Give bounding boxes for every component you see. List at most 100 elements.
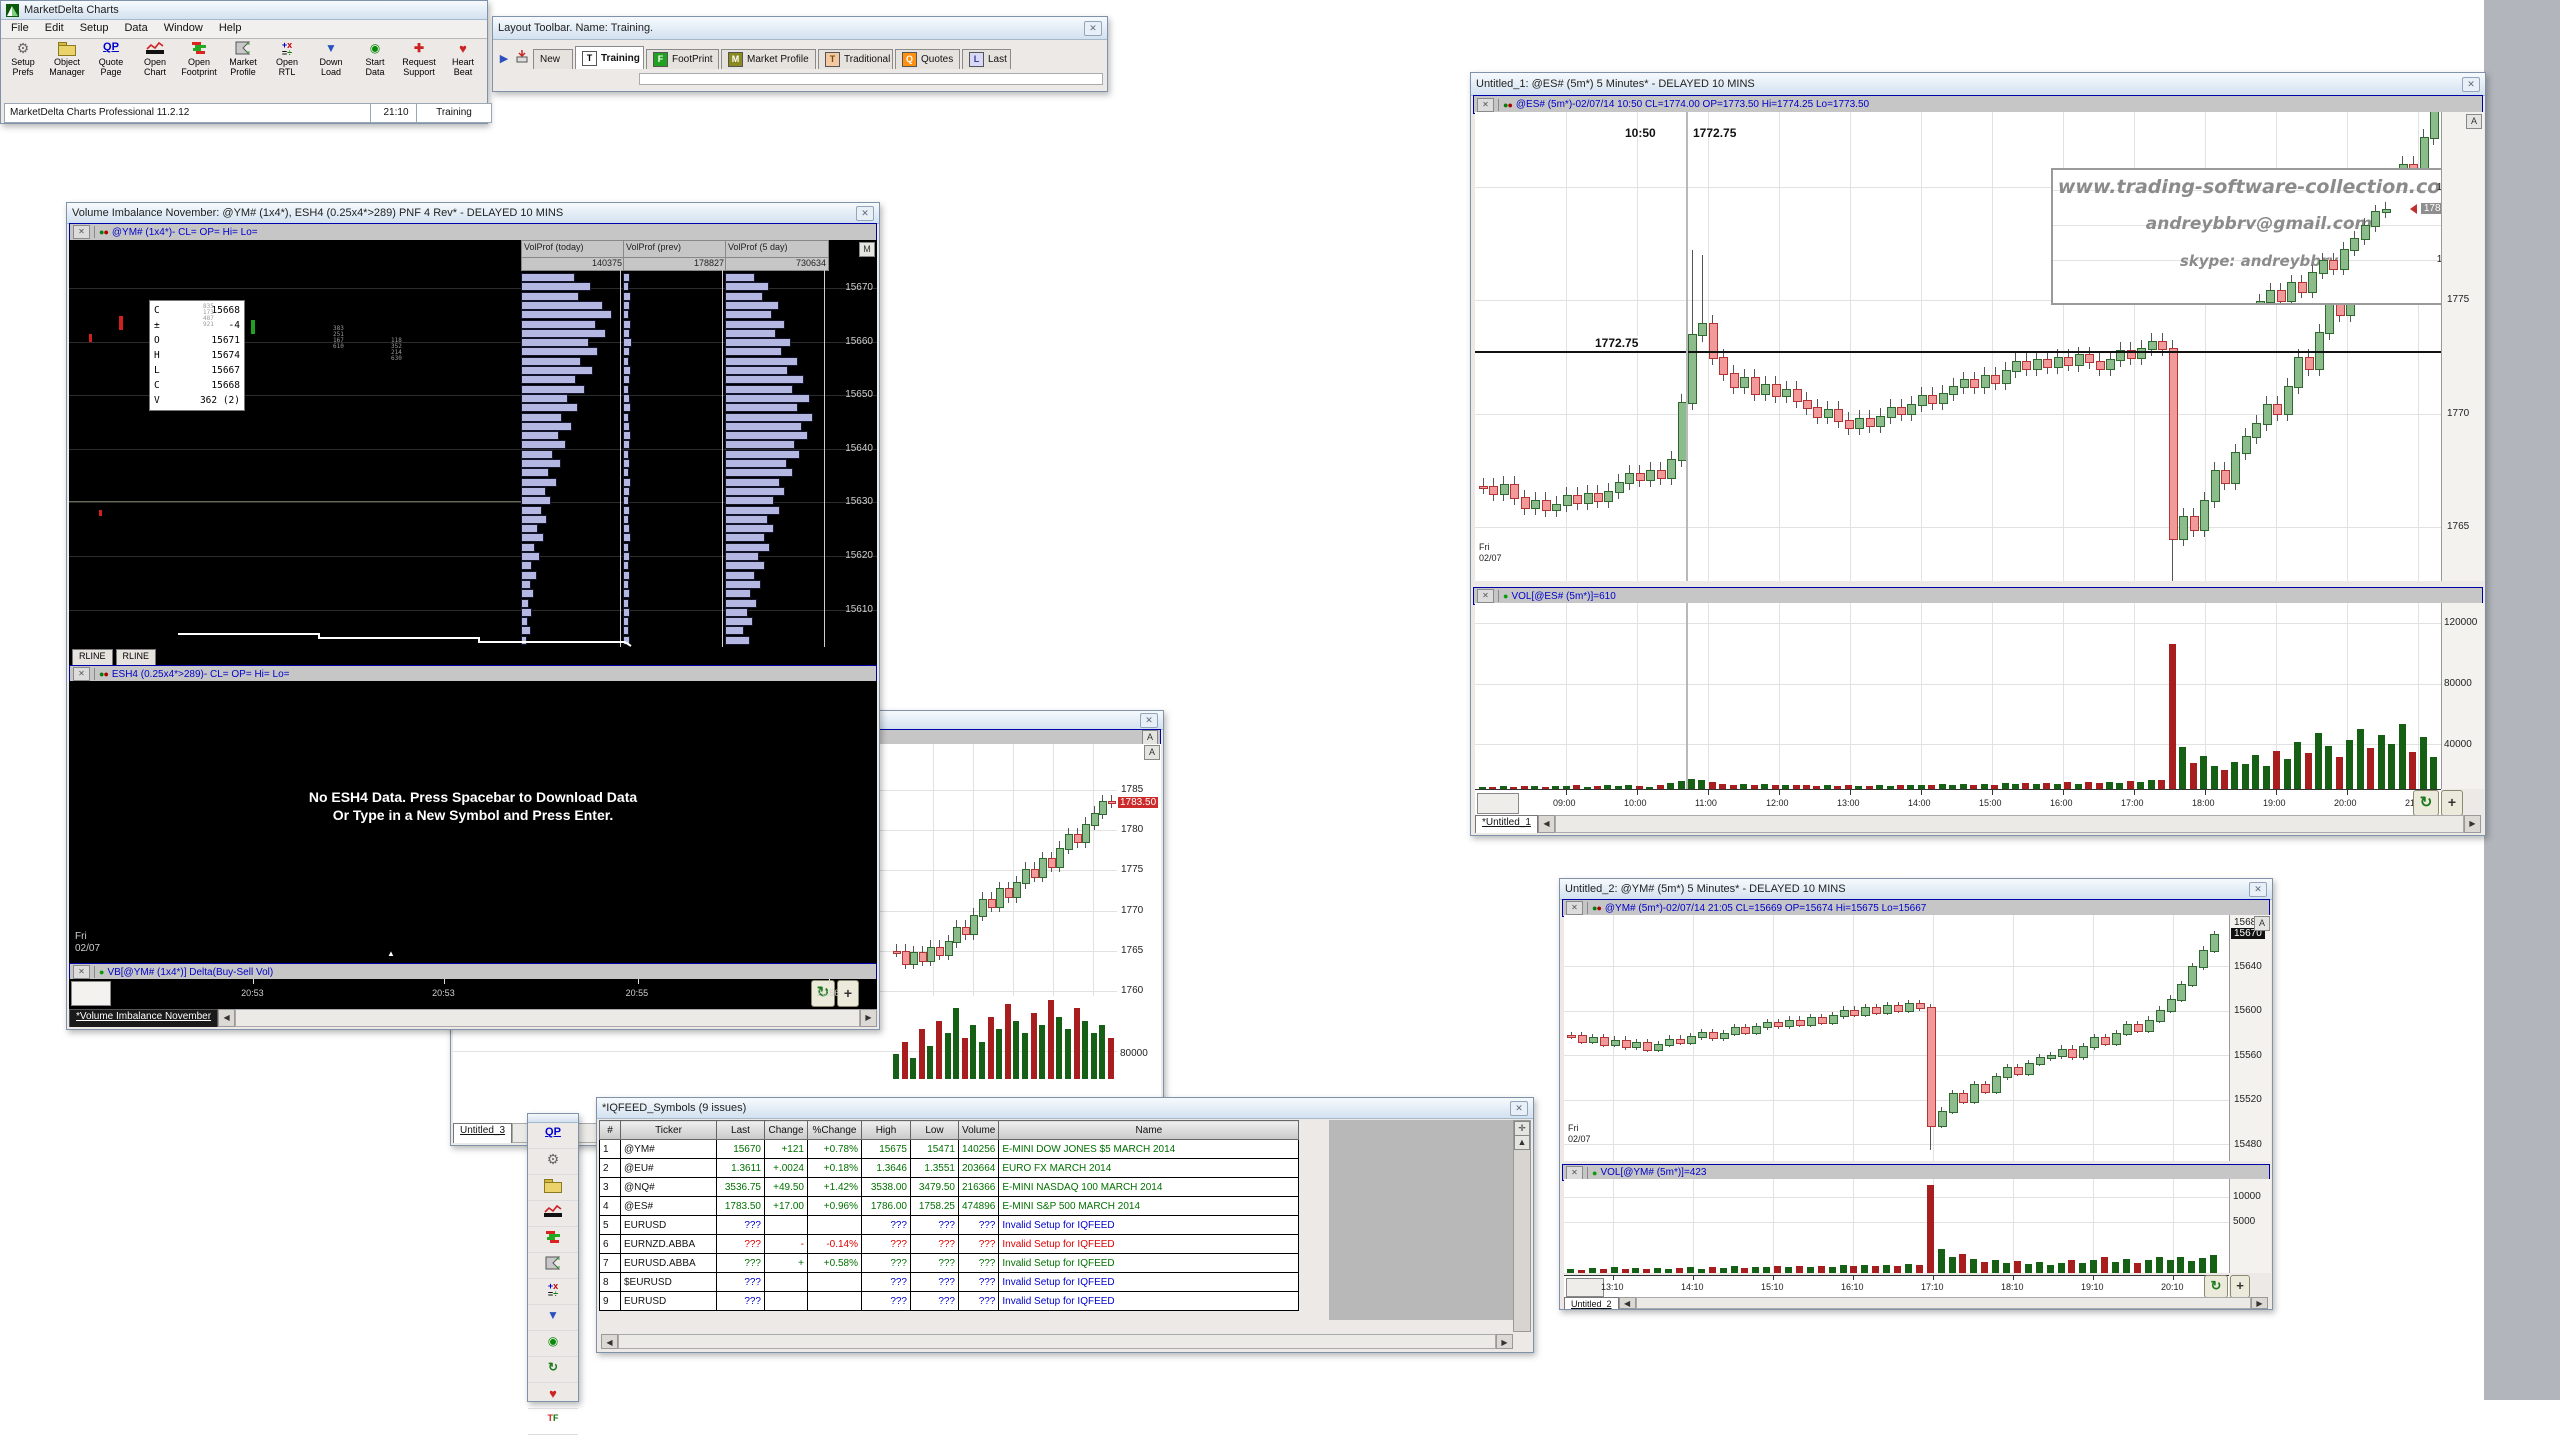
column-header-ticker[interactable]: Ticker bbox=[621, 1121, 717, 1140]
layout-tab-market-profile[interactable]: MMarket Profile bbox=[721, 49, 816, 69]
refresh-button[interactable]: ↻ bbox=[2413, 790, 2439, 816]
zoom-in-button[interactable]: + bbox=[837, 980, 859, 1007]
untitled2-hscroll-track[interactable] bbox=[1636, 1297, 2251, 1309]
close-pane-icon[interactable]: ✕ bbox=[73, 667, 90, 681]
column-header-low[interactable]: Low bbox=[911, 1121, 959, 1140]
side-toolbar-button-start[interactable]: ◉ bbox=[528, 1331, 578, 1357]
rline-tab[interactable]: RLINE bbox=[116, 649, 157, 665]
main-titlebar[interactable]: MarketDelta Charts bbox=[1, 1, 487, 20]
close-icon[interactable]: ✕ bbox=[856, 206, 874, 221]
ticker-cell[interactable]: @EU# bbox=[621, 1159, 717, 1178]
menu-setup[interactable]: Setup bbox=[72, 20, 117, 36]
side-toolbar-button-folder[interactable] bbox=[528, 1175, 578, 1201]
close-icon[interactable]: ✕ bbox=[2249, 882, 2267, 897]
toolbar-button-setup-prefs[interactable]: ⚙SetupPrefs bbox=[1, 39, 45, 77]
layout-tab-new[interactable]: New bbox=[533, 49, 573, 69]
toolbar-button-heart-beat[interactable]: ♥HeartBeat bbox=[441, 39, 485, 77]
ticker-cell[interactable]: EURNZD.ABBA bbox=[621, 1235, 717, 1254]
close-pane-icon[interactable]: ✕ bbox=[73, 965, 90, 979]
side-toolbar-button-download[interactable]: ▼ bbox=[528, 1305, 578, 1331]
side-toolbar-button-chart[interactable] bbox=[528, 1201, 578, 1227]
ticker-cell[interactable]: @NQ# bbox=[621, 1178, 717, 1197]
cell[interactable]: 9 bbox=[600, 1292, 621, 1311]
autoscale-button[interactable]: A bbox=[2254, 916, 2270, 931]
side-toolbar-button-refresh[interactable]: ↻ bbox=[528, 1357, 578, 1383]
refresh-button[interactable]: ↻ bbox=[2204, 1275, 2228, 1298]
cell[interactable]: 3 bbox=[600, 1178, 621, 1197]
iqfeed-hscroll-track[interactable] bbox=[618, 1334, 1496, 1349]
toolbar-button-open-footprint[interactable]: OpenFootprint bbox=[177, 39, 221, 77]
close-pane-icon[interactable]: ✕ bbox=[73, 225, 90, 239]
iqfeed-titlebar[interactable]: *IQFEED_Symbols (9 issues) ✕ bbox=[597, 1098, 1533, 1119]
cell[interactable]: 8 bbox=[600, 1273, 621, 1292]
layout-tab-footprint[interactable]: FFootPrint bbox=[646, 49, 719, 69]
side-toolbar-button-footprint[interactable] bbox=[528, 1227, 578, 1253]
layout-tab-quotes[interactable]: QQuotes bbox=[895, 49, 960, 69]
vi-pane1-header[interactable]: ✕ ●● @YM# (1x4*)- CL= OP= Hi= Lo= bbox=[69, 223, 877, 241]
vi-hscroll-track[interactable] bbox=[235, 1009, 860, 1027]
zoom-in-button[interactable]: + bbox=[2230, 1275, 2250, 1298]
ticker-cell[interactable]: @ES# bbox=[621, 1197, 717, 1216]
scroll-up-icon[interactable]: ▲ bbox=[1514, 1135, 1530, 1150]
ticker-cell[interactable]: @YM# bbox=[621, 1140, 717, 1159]
untitled1-titlebar[interactable]: Untitled_1: @ES# (5m*) 5 Minutes* - DELA… bbox=[1471, 73, 2485, 96]
scroll-left-icon[interactable]: ◀ bbox=[218, 1009, 235, 1027]
column-header-name[interactable]: Name bbox=[999, 1121, 1299, 1140]
cell[interactable]: 6 bbox=[600, 1235, 621, 1254]
scroll-left-icon[interactable]: ◀ bbox=[1619, 1297, 1636, 1309]
scroll-right-icon[interactable]: ▶ bbox=[2251, 1297, 2268, 1309]
scroll-right-icon[interactable]: ▶ bbox=[1496, 1334, 1513, 1349]
column-header-volume[interactable]: Volume bbox=[959, 1121, 999, 1140]
close-icon[interactable]: ✕ bbox=[1510, 1101, 1528, 1116]
side-toolbar-button-qp[interactable]: QP bbox=[528, 1123, 578, 1149]
tab-volume-imbalance[interactable]: *Volume Imbalance November bbox=[69, 1009, 218, 1027]
cell[interactable]: 7 bbox=[600, 1254, 621, 1273]
toolbar-button-market-profile[interactable]: MarketProfile bbox=[221, 39, 265, 77]
toolbar-button-open-chart[interactable]: OpenChart bbox=[133, 39, 177, 77]
crosshair-vline[interactable] bbox=[1686, 112, 1688, 581]
untitled2-price-axis[interactable]: 15680156701564015600155601552015480A bbox=[2229, 915, 2271, 1161]
close-icon[interactable]: ✕ bbox=[1084, 21, 1102, 36]
scroll-left-icon[interactable]: ◀ bbox=[601, 1334, 618, 1349]
close-pane-icon[interactable]: ✕ bbox=[1566, 901, 1583, 915]
scroll-right-icon[interactable]: ▶ bbox=[2464, 815, 2481, 833]
close-icon[interactable]: ✕ bbox=[1140, 713, 1158, 728]
toolbar-button-start-data[interactable]: ◉StartData bbox=[353, 39, 397, 77]
scroll-left-icon[interactable]: ◀ bbox=[1538, 815, 1555, 833]
tab-untitled3[interactable]: Untitled_3 bbox=[453, 1123, 512, 1143]
toolbar-button-quote-page[interactable]: QPQuotePage bbox=[89, 39, 133, 77]
ticker-cell[interactable]: EURUSD.ABBA bbox=[621, 1254, 717, 1273]
splitter-icon[interactable]: ✛ bbox=[1514, 1121, 1530, 1136]
autoscale-button[interactable]: A bbox=[1142, 730, 1158, 745]
toolbar-button-open-rtl[interactable]: +x=÷OpenRTL bbox=[265, 39, 309, 77]
play-icon[interactable]: ▶ bbox=[497, 49, 511, 69]
toolbar-button-down-load[interactable]: ▼DownLoad bbox=[309, 39, 353, 77]
menu-data[interactable]: Data bbox=[116, 20, 155, 36]
untitled1-price-axis[interactable]: 177517701765A bbox=[2441, 112, 2484, 581]
column-header-h[interactable]: # bbox=[600, 1121, 621, 1140]
autoscale-button[interactable]: A bbox=[2466, 114, 2482, 129]
cell[interactable]: 4 bbox=[600, 1197, 621, 1216]
column-header-hchange[interactable]: %Change bbox=[808, 1121, 862, 1140]
close-pane-icon[interactable]: ✕ bbox=[1566, 1166, 1583, 1180]
close-pane-icon[interactable]: ✕ bbox=[1477, 98, 1494, 112]
side-toolbar-button-heart[interactable]: ♥ bbox=[528, 1383, 578, 1409]
column-header-last[interactable]: Last bbox=[717, 1121, 765, 1140]
layout-tab-training[interactable]: TTraining bbox=[575, 46, 644, 69]
layout-toolbar-titlebar[interactable]: Layout Toolbar. Name: Training. ✕ bbox=[493, 17, 1107, 40]
menu-window[interactable]: Window bbox=[156, 20, 211, 36]
cell[interactable]: 2 bbox=[600, 1159, 621, 1178]
side-toolbar-grip[interactable] bbox=[528, 1114, 578, 1123]
close-pane-icon[interactable]: ✕ bbox=[1477, 589, 1494, 603]
untitled2-titlebar[interactable]: Untitled_2: @YM# (5m*) 5 Minutes* - DELA… bbox=[1560, 879, 2272, 900]
iqfeed-vscrollbar[interactable]: ✛ ▲ bbox=[1513, 1120, 1531, 1332]
close-icon[interactable]: ✕ bbox=[2462, 77, 2480, 92]
toolbar-button-request-support[interactable]: ✚RequestSupport bbox=[397, 39, 441, 77]
side-toolbar-button-gear[interactable]: ⚙ bbox=[528, 1149, 578, 1175]
ticker-cell[interactable]: $EURUSD bbox=[621, 1273, 717, 1292]
column-header-high[interactable]: High bbox=[862, 1121, 911, 1140]
menu-help[interactable]: Help bbox=[211, 20, 250, 36]
cell[interactable]: 5 bbox=[600, 1216, 621, 1235]
tab-untitled1[interactable]: *Untitled_1 bbox=[1475, 815, 1538, 833]
tab-untitled2[interactable]: Untitled_2 bbox=[1564, 1297, 1619, 1309]
